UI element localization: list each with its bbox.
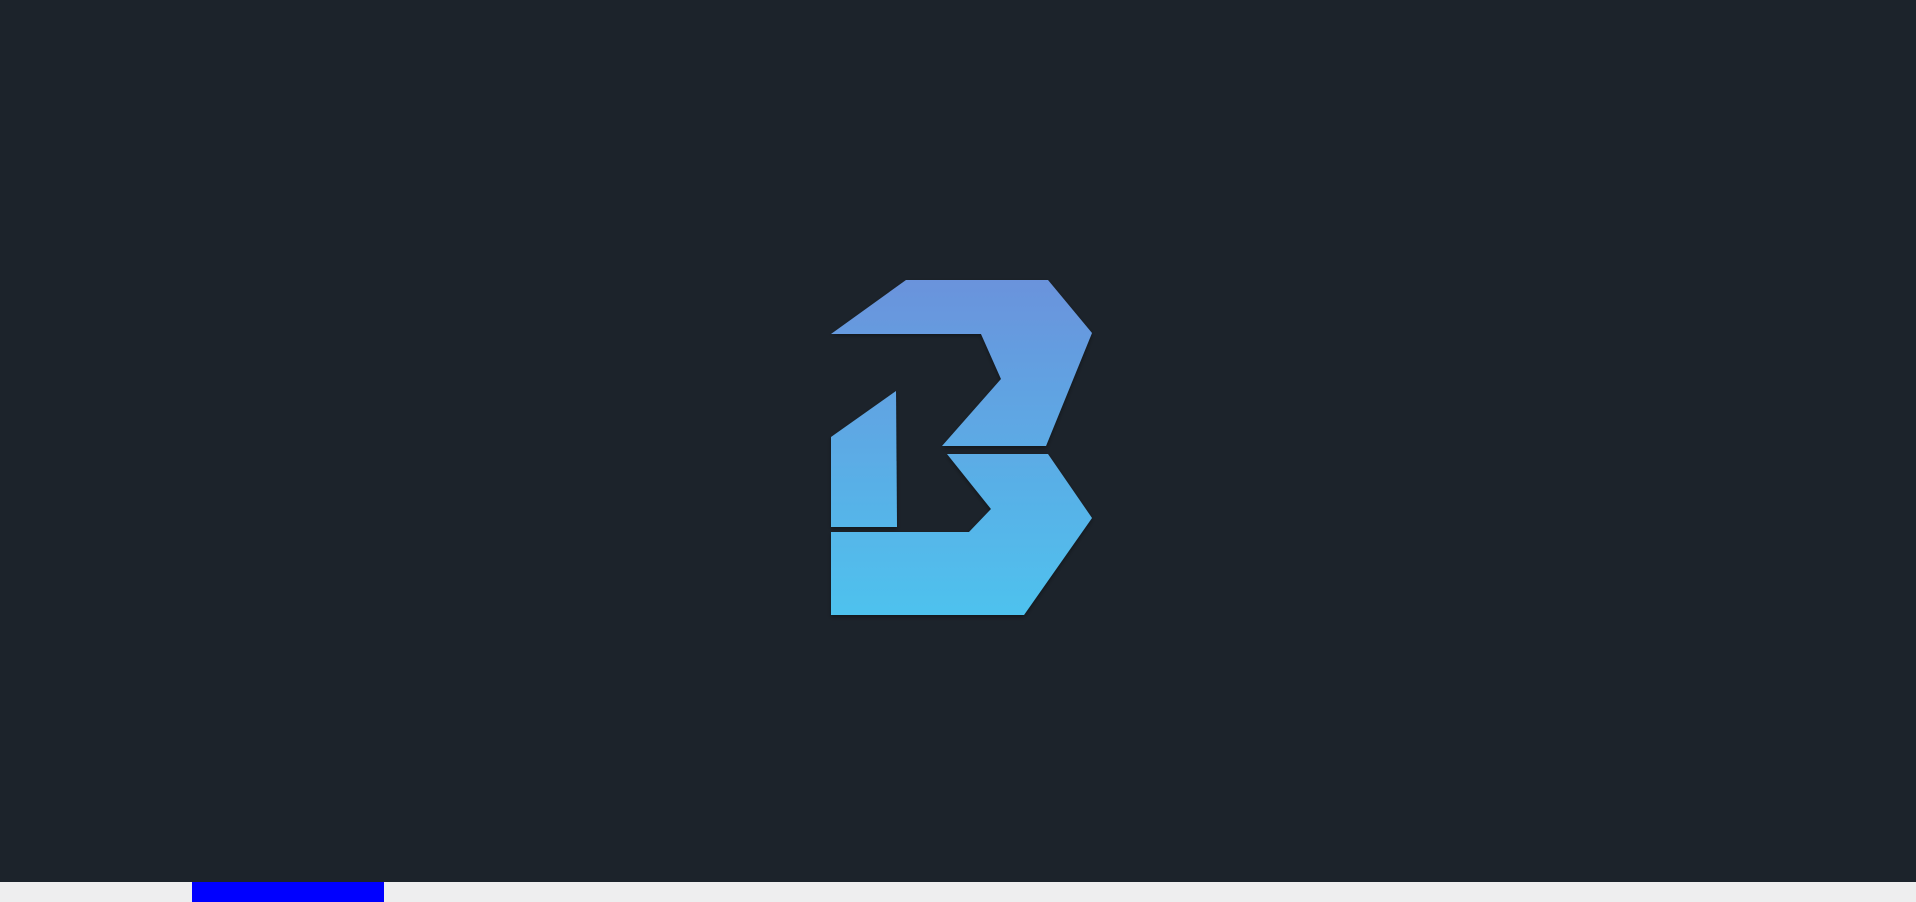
loading-progress-indicator — [192, 882, 384, 902]
splash-screen — [0, 0, 1916, 882]
loading-progress-bar — [0, 882, 1916, 902]
logo-stem-piece — [831, 391, 897, 527]
b-logo-icon — [831, 280, 1092, 615]
